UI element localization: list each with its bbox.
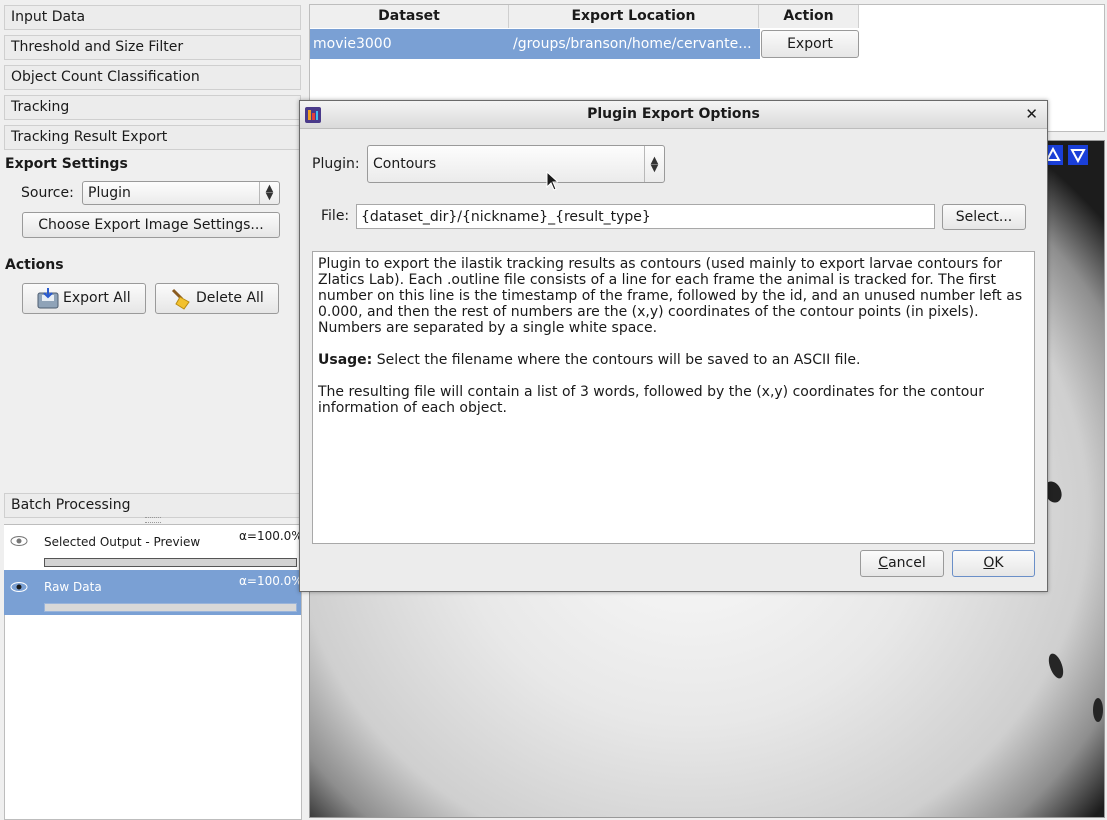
cell-export-location: /groups/branson/home/cervante... bbox=[513, 36, 752, 52]
source-value: Plugin bbox=[88, 185, 131, 201]
chevron-updown-icon: ▲ ▼ bbox=[644, 146, 664, 182]
layer-item-selected-output[interactable]: Selected Output - Preview α=100.0% bbox=[4, 525, 303, 570]
layer-name: Selected Output - Preview bbox=[44, 535, 201, 549]
result-paragraph: The resulting file will contain a list o… bbox=[318, 384, 984, 416]
dialog-titlebar[interactable]: Plugin Export Options ✕ bbox=[300, 101, 1047, 129]
description-paragraph: Plugin to export the ilastik tracking re… bbox=[318, 256, 1023, 336]
chevron-updown-icon: ▲ ▼ bbox=[259, 182, 279, 204]
eye-icon[interactable] bbox=[10, 581, 28, 596]
applet-input-data[interactable]: Input Data bbox=[4, 5, 301, 30]
plugin-description: Plugin to export the ilastik tracking re… bbox=[312, 251, 1035, 544]
choose-export-settings-button[interactable]: Choose Export Image Settings... bbox=[22, 212, 280, 238]
export-all-label: Export All bbox=[63, 290, 131, 306]
fly-object bbox=[1093, 698, 1103, 722]
opacity-bar[interactable] bbox=[44, 603, 297, 612]
header-action[interactable]: Action bbox=[759, 5, 859, 28]
plugin-label: Plugin: bbox=[312, 156, 360, 172]
layer-item-raw-data[interactable]: Raw Data α=100.0% bbox=[4, 570, 303, 615]
layer-opacity: α=100.0% bbox=[239, 574, 303, 588]
cancel-button[interactable]: Cancel bbox=[860, 550, 944, 577]
eye-icon[interactable] bbox=[10, 535, 28, 550]
layer-opacity: α=100.0% bbox=[239, 529, 303, 543]
layer-name: Raw Data bbox=[44, 580, 102, 594]
applet-threshold-filter[interactable]: Threshold and Size Filter bbox=[4, 35, 301, 60]
delete-all-label: Delete All bbox=[196, 290, 264, 306]
export-all-button[interactable]: Export All bbox=[22, 283, 146, 314]
fly-object bbox=[1045, 651, 1067, 681]
export-disk-icon bbox=[37, 288, 59, 309]
source-combo[interactable]: Plugin ▲ ▼ bbox=[82, 181, 280, 205]
applet-object-count[interactable]: Object Count Classification bbox=[4, 65, 301, 90]
file-path-input[interactable] bbox=[356, 204, 935, 229]
delete-all-button[interactable]: Delete All bbox=[155, 283, 279, 314]
source-label: Source: bbox=[21, 185, 74, 201]
table-row[interactable]: movie3000 /groups/branson/home/cervante.… bbox=[310, 29, 760, 59]
applet-tracking-result-export[interactable]: Tracking Result Export bbox=[4, 125, 301, 150]
usage-label: Usage: bbox=[318, 352, 373, 368]
mouse-cursor-icon bbox=[546, 170, 560, 195]
plugin-export-dialog: Plugin Export Options ✕ Plugin: Contours… bbox=[299, 100, 1048, 592]
plugin-value: Contours bbox=[373, 156, 437, 172]
header-export-location[interactable]: Export Location bbox=[509, 5, 759, 28]
opacity-bar[interactable] bbox=[44, 558, 297, 567]
usage-text: Select the filename where the contours w… bbox=[372, 352, 861, 368]
splitter-handle[interactable] bbox=[145, 517, 161, 523]
broom-icon bbox=[170, 288, 192, 310]
applet-tracking[interactable]: Tracking bbox=[4, 95, 301, 120]
navigate-down-icon[interactable] bbox=[1068, 145, 1088, 165]
cell-dataset: movie3000 bbox=[313, 36, 392, 52]
header-dataset[interactable]: Dataset bbox=[310, 5, 509, 28]
usage-paragraph: Usage: Select the filename where the con… bbox=[318, 352, 1029, 368]
applet-batch-processing[interactable]: Batch Processing bbox=[4, 493, 301, 518]
ok-button[interactable]: OK bbox=[952, 550, 1035, 577]
export-settings-title: Export Settings bbox=[5, 156, 128, 172]
close-icon[interactable]: ✕ bbox=[1025, 105, 1038, 123]
actions-title: Actions bbox=[5, 257, 64, 273]
file-label: File: bbox=[321, 208, 350, 224]
dialog-title: Plugin Export Options bbox=[587, 106, 760, 122]
select-file-button[interactable]: Select... bbox=[942, 204, 1026, 230]
plugin-combo[interactable]: Contours ▲ ▼ bbox=[367, 145, 665, 183]
row-export-button[interactable]: Export bbox=[761, 30, 859, 58]
